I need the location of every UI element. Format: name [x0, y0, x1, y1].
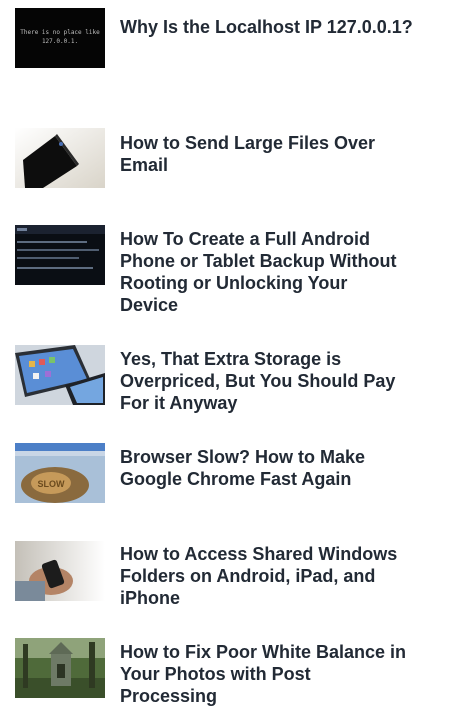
envelope-thumbnail[interactable]: [15, 128, 105, 188]
article-title[interactable]: Yes, That Extra Storage is Overpriced, B…: [120, 348, 458, 414]
thumb-terminal-line-2: 127.0.0.1.: [42, 38, 78, 45]
article-title[interactable]: How to Send Large Files Over Email: [120, 132, 458, 176]
slow-snail-browser-thumbnail[interactable]: SLOW: [15, 443, 105, 503]
terminal-localhost-thumbnail[interactable]: There is no place like 127.0.0.1.: [15, 8, 105, 68]
article-title[interactable]: How to Fix Poor White Balance in Your Ph…: [120, 641, 458, 707]
android-terminal-thumbnail[interactable]: [15, 225, 105, 285]
thumb-terminal-line-1: There is no place like: [20, 29, 100, 36]
article-title[interactable]: Why Is the Localhost IP 127.0.0.1?: [120, 16, 458, 38]
phone-in-hand-thumbnail[interactable]: [15, 541, 105, 601]
article-title[interactable]: Browser Slow? How to Make Google Chrome …: [120, 446, 458, 490]
svg-text:SLOW: SLOW: [38, 479, 66, 489]
article-title[interactable]: How To Create a Full Android Phone or Ta…: [120, 228, 458, 316]
ipad-devices-thumbnail[interactable]: [15, 345, 105, 405]
article-title[interactable]: How to Access Shared Windows Folders on …: [120, 543, 458, 609]
forest-ruin-photo-thumbnail[interactable]: [15, 638, 105, 698]
